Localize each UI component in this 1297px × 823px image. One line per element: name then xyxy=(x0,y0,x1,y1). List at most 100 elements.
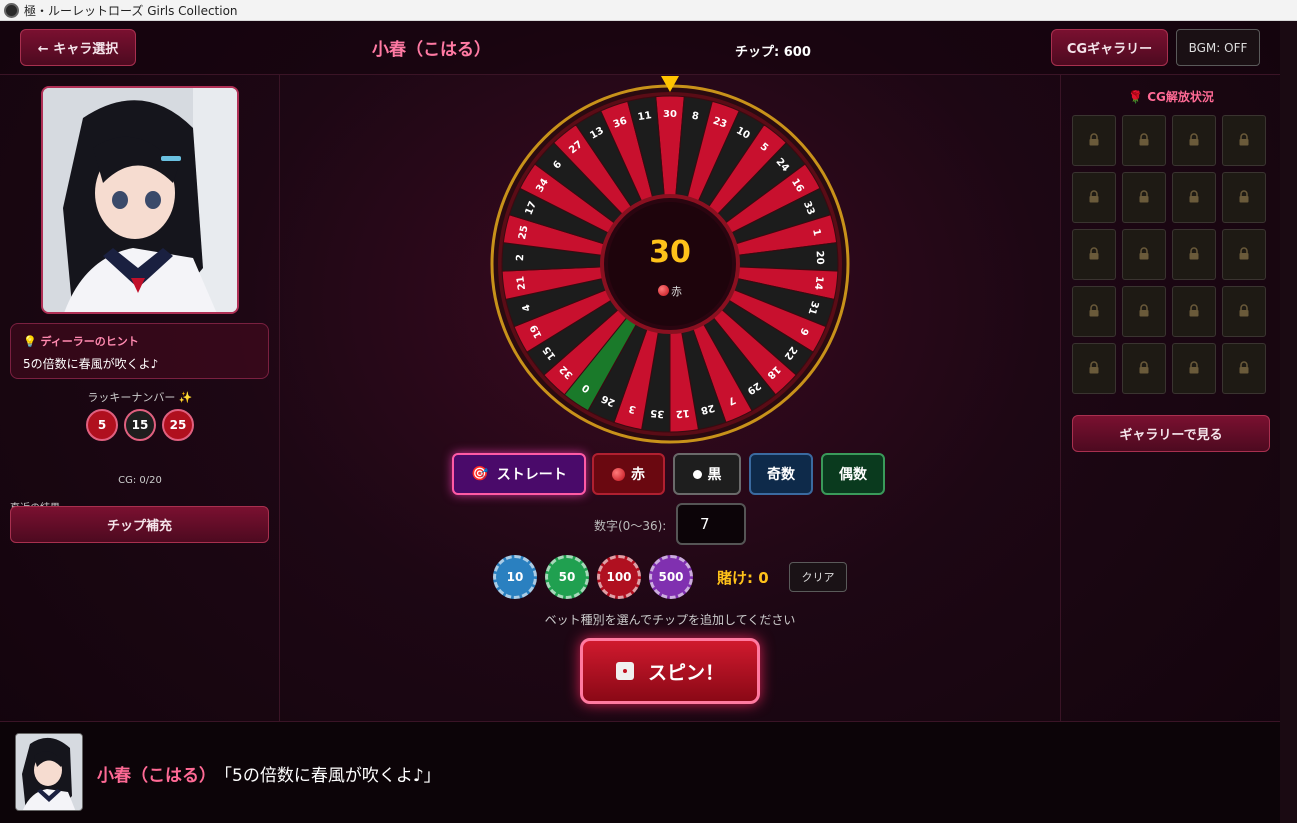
wheel-pocket-number: 30 xyxy=(663,109,677,120)
vertical-scrollbar[interactable] xyxy=(1280,21,1297,823)
lock-icon xyxy=(1138,246,1150,263)
right-panel: 🌹 CG解放状況 ギャラリーで見る xyxy=(1060,75,1280,721)
wheel-pocket-number: 14 xyxy=(812,275,825,290)
cg-locked-slot[interactable] xyxy=(1072,229,1116,280)
lock-icon xyxy=(1238,132,1250,149)
lock-icon xyxy=(1138,132,1150,149)
chip-500-button[interactable]: 500 xyxy=(649,555,693,599)
chip-10-button[interactable]: 10 xyxy=(493,555,537,599)
cg-thumbnail-grid xyxy=(1072,115,1266,394)
cg-locked-slot[interactable] xyxy=(1222,172,1266,223)
dialogue-speaker-name: 小春（こはる） xyxy=(97,766,216,786)
bet-type-red-label: 赤 xyxy=(631,467,645,483)
cg-locked-slot[interactable] xyxy=(1122,229,1166,280)
chip-refill-button[interactable]: チップ補充 xyxy=(10,506,269,543)
dealer-hint-title: ディーラーのヒント xyxy=(40,335,139,348)
bet-type-odd-button[interactable]: 奇数 xyxy=(749,453,813,495)
result-color: 赤 xyxy=(620,283,720,299)
cg-locked-slot[interactable] xyxy=(1122,172,1166,223)
character-portrait xyxy=(41,86,239,314)
game-app: ← キャラ選択 小春（こはる） チップ: 600 CGギャラリー BGM: OF… xyxy=(0,21,1280,823)
red-dot-icon xyxy=(612,467,625,481)
cg-locked-slot[interactable] xyxy=(1172,343,1216,394)
dice-icon xyxy=(615,662,634,680)
top-bar: ← キャラ選択 小春（こはる） チップ: 600 CGギャラリー BGM: OF… xyxy=(0,21,1280,75)
bet-type-red-button[interactable]: 赤 xyxy=(592,453,665,495)
lock-icon xyxy=(1188,132,1200,149)
cg-locked-slot[interactable] xyxy=(1172,172,1216,223)
cg-gallery-button[interactable]: CGギャラリー xyxy=(1051,29,1168,66)
cg-locked-slot[interactable] xyxy=(1072,343,1116,394)
wheel-pocket-number: 2 xyxy=(515,254,526,261)
lock-icon xyxy=(1088,246,1100,263)
result-color-label: 赤 xyxy=(671,285,682,298)
bet-type-straight-label: ストレート xyxy=(496,467,567,483)
result-number: 30 xyxy=(649,235,691,270)
black-dot-icon xyxy=(692,469,702,479)
window-titlebar: 極・ルーレットローズ Girls Collection xyxy=(0,0,1297,21)
chip-50-button[interactable]: 50 xyxy=(545,555,589,599)
clear-bet-button[interactable]: クリア xyxy=(789,562,847,592)
chip-count: チップ: 600 xyxy=(735,45,811,60)
bgm-toggle-button[interactable]: BGM: OFF xyxy=(1176,29,1260,66)
cg-locked-slot[interactable] xyxy=(1222,343,1266,394)
dialogue-avatar xyxy=(15,733,83,811)
wheel-pocket-number: 35 xyxy=(650,407,665,419)
straight-number-input[interactable] xyxy=(676,503,746,545)
cg-locked-slot[interactable] xyxy=(1172,115,1216,166)
lock-icon xyxy=(1188,189,1200,206)
red-dot-icon xyxy=(658,285,669,296)
lock-icon xyxy=(1138,303,1150,320)
view-gallery-button[interactable]: ギャラリーで見る xyxy=(1072,415,1270,452)
lock-icon xyxy=(1188,360,1200,377)
dialogue-avatar-illustration xyxy=(16,734,82,810)
left-panel: 💡 ディーラーのヒント 5の倍数に春風が吹くよ♪ ラッキーナンバー ✨ 5 15… xyxy=(0,75,280,721)
cg-status-title: CG解放状況 xyxy=(1147,90,1214,104)
lock-icon xyxy=(1238,246,1250,263)
wheel-pocket-number: 12 xyxy=(675,407,690,419)
wheel-pocket-number: 11 xyxy=(637,110,653,123)
cg-locked-slot[interactable] xyxy=(1072,286,1116,337)
cg-locked-slot[interactable] xyxy=(1072,172,1116,223)
character-name-title: 小春（こはる） xyxy=(372,40,491,60)
number-input-label: 数字(0〜36): xyxy=(594,519,667,533)
bet-amount: 賭け: 0 xyxy=(717,569,769,587)
cg-locked-slot[interactable] xyxy=(1072,115,1116,166)
wheel-pointer-icon xyxy=(661,76,679,92)
cg-locked-slot[interactable] xyxy=(1172,229,1216,280)
cg-locked-slot[interactable] xyxy=(1122,343,1166,394)
lucky-number-ball: 25 xyxy=(162,409,194,441)
character-portrait-illustration xyxy=(43,88,237,312)
rose-icon: 🌹 xyxy=(1128,90,1144,104)
lightbulb-icon: 💡 xyxy=(23,335,37,348)
wheel-pocket-number: 20 xyxy=(814,250,826,264)
bet-type-black-button[interactable]: 黒 xyxy=(673,453,741,495)
lock-icon xyxy=(1088,360,1100,377)
back-to-character-select-button[interactable]: ← キャラ選択 xyxy=(20,29,136,66)
cg-locked-slot[interactable] xyxy=(1222,229,1266,280)
lock-icon xyxy=(1238,303,1250,320)
cg-status-heading: 🌹 CG解放状況 xyxy=(1061,88,1281,105)
cg-locked-slot[interactable] xyxy=(1122,286,1166,337)
lock-icon xyxy=(1188,303,1200,320)
lock-icon xyxy=(1188,246,1200,263)
cg-locked-slot[interactable] xyxy=(1172,286,1216,337)
dialogue-bar: 小春（こはる） 「5の倍数に春風が吹くよ♪」 xyxy=(0,721,1280,823)
bet-type-straight-button[interactable]: 🎯 ストレート xyxy=(452,453,586,495)
lock-icon xyxy=(1088,303,1100,320)
cg-locked-slot[interactable] xyxy=(1222,115,1266,166)
app-icon xyxy=(4,2,19,18)
cg-locked-slot[interactable] xyxy=(1122,115,1166,166)
cg-locked-slot[interactable] xyxy=(1222,286,1266,337)
spin-button[interactable]: スピン！ xyxy=(580,638,760,704)
lock-icon xyxy=(1138,360,1150,377)
lock-icon xyxy=(1238,360,1250,377)
bet-type-even-button[interactable]: 偶数 xyxy=(821,453,885,495)
dealer-hint-text: 5の倍数に春風が吹くよ♪ xyxy=(23,357,159,371)
chip-100-button[interactable]: 100 xyxy=(597,555,641,599)
target-icon: 🎯 xyxy=(471,466,489,482)
cg-unlock-count: CG: 0/20 xyxy=(118,475,162,486)
spin-button-label: スピン！ xyxy=(647,661,724,684)
lucky-number-ball: 15 xyxy=(124,409,156,441)
lock-icon xyxy=(1238,189,1250,206)
